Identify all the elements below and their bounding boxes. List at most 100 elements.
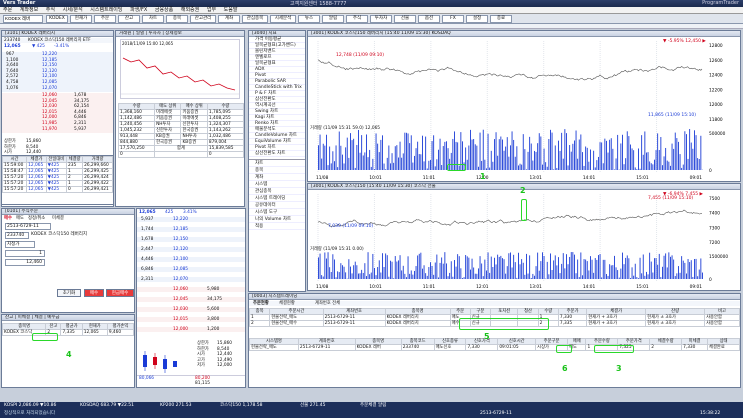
toolbar-button[interactable]: 현재가 <box>70 15 92 23</box>
tab-filled[interactable]: 체결 <box>34 315 42 320</box>
bid-level[interactable]: 12,060 1,678 <box>2 93 113 98</box>
toolbar-button[interactable]: 뉴스 <box>298 15 320 23</box>
bid-level[interactable]: 12,030 62,154 <box>2 104 113 109</box>
bid-level[interactable]: 12,000 6,846 <box>2 115 113 120</box>
menu-item[interactable]: 계좌정보 <box>17 7 41 14</box>
table-row[interactable]: 15:57:20 12,065 ▼425 1 26,299,422 <box>2 180 113 187</box>
status-alert[interactable]: 주문체결 알림 <box>360 402 386 410</box>
order-book-level[interactable]: 12,220 5,937 <box>137 217 245 222</box>
reset-button[interactable]: 초기화 <box>57 289 81 297</box>
status-kosdaq[interactable]: KOSDAQ 683.79 ▼22.51 <box>80 402 134 410</box>
toolbar-button[interactable]: 계좌 <box>218 15 240 23</box>
list-item[interactable]: 적용 <box>249 223 305 230</box>
order-book-level[interactable]: 12,185 1,744 <box>137 227 245 232</box>
tab-sell[interactable]: 매도 <box>16 216 24 221</box>
account-select[interactable]: 2513-6729-11 <box>5 223 51 230</box>
list-item[interactable]: 차트 <box>249 160 305 167</box>
toolbar-button[interactable]: 설정 <box>466 15 488 23</box>
price-input[interactable]: 12,460 <box>5 259 45 266</box>
stock-code[interactable]: 233740 <box>4 38 20 43</box>
tab-buy[interactable]: 매수 <box>4 216 12 221</box>
list-item[interactable]: 계좌 <box>249 174 305 181</box>
menu-item[interactable]: 금융상품 <box>152 7 176 14</box>
order-book-level[interactable]: 12,045 34,175 <box>137 297 245 302</box>
ask-level[interactable]: 967 12,220 <box>2 52 113 57</box>
mini-price-chart[interactable]: 2018/11/09 15:00 12,065 <box>120 39 240 99</box>
order-book-level[interactable]: 12,100 4,446 <box>137 257 245 262</box>
list-item[interactable]: 시스템 트레이딩 <box>249 195 305 202</box>
ask-level[interactable]: 2,572 12,100 <box>2 74 113 79</box>
status-kosdaq150[interactable]: 코스닥150 1,178.58 <box>220 402 262 410</box>
order-book-level[interactable]: 12,120 2,447 <box>137 247 245 252</box>
order-book-level[interactable]: 12,150 1,678 <box>137 237 245 242</box>
status-kospi[interactable]: KOSPI 2,086.09 ▼10.86 <box>4 402 56 410</box>
table-row[interactable]: 15:57:20 12,065 ▼425 0 26,299,421 <box>2 186 113 193</box>
toolbar-button[interactable]: 선물 <box>394 15 416 23</box>
tab-fill-status[interactable]: 체결현황 <box>279 301 295 306</box>
price-type-select[interactable]: 지정가 <box>5 241 35 248</box>
list-item[interactable]: 시스템 <box>249 181 305 188</box>
menu-item[interactable]: 도움말 <box>221 7 241 14</box>
list-item[interactable]: 시스템 도구 <box>249 209 305 216</box>
ask-level[interactable]: 7,640 12,120 <box>2 69 113 74</box>
tab-trader[interactable]: 거래원 <box>119 31 131 36</box>
toolbar-button[interactable]: 잔고관리 <box>190 15 216 23</box>
order-book-level[interactable]: 12,060 5,980 <box>137 287 245 292</box>
tab-daily[interactable]: 일별 <box>136 31 144 36</box>
tab-unfilled[interactable]: 미체결 <box>52 216 64 221</box>
tab-deposit[interactable]: 예수금 <box>47 315 59 320</box>
order-book-level[interactable]: 12,000 1,200 <box>137 327 245 332</box>
list-item[interactable]: 삼선전환도 차트 <box>249 151 305 157</box>
toolbar-button[interactable]: 종목 <box>166 15 188 23</box>
tab-unfilled[interactable]: 미체결 <box>18 315 30 320</box>
bid-level[interactable]: 12,045 34,175 <box>2 99 113 104</box>
qty-input[interactable]: 1 <box>5 250 45 257</box>
toolbar-button[interactable]: 투자자 <box>370 15 392 23</box>
code-search-input[interactable] <box>3 15 43 23</box>
table-row[interactable]: 15:57:20 12,065 ▼425 2 26,299,424 <box>2 174 113 181</box>
toolbar-button[interactable]: FX <box>442 15 464 23</box>
toolbar-button[interactable]: 차트 <box>142 15 164 23</box>
menu-item[interactable]: 주식 <box>43 7 58 14</box>
table-row[interactable]: KODEX 코스닥 2 7,335 12,065 9,460 <box>2 329 134 336</box>
toolbar-button[interactable]: 시세분석 <box>270 15 296 23</box>
ask-level[interactable]: 4,758 12,085 <box>2 80 113 85</box>
list-item[interactable]: 나의 Volume 차트 <box>249 216 305 223</box>
ask-level[interactable]: 1,100 12,185 <box>2 58 113 63</box>
ask-level[interactable]: 1,076 12,070 <box>2 86 113 91</box>
bid-level[interactable]: 11,985 2,311 <box>2 121 113 126</box>
toolbar-button[interactable]: 주문 <box>94 15 116 23</box>
list-item[interactable]: 공유데이터 <box>249 202 305 209</box>
tab-balance[interactable]: 잔고 <box>5 315 13 320</box>
table-row[interactable]: 15:59:00 12,065 ▼425 235 26,299,660 <box>2 162 113 169</box>
toolbar-button[interactable]: 종료 <box>490 15 512 23</box>
tab-order-status[interactable]: 주문현황 <box>253 301 269 306</box>
tab-detail[interactable]: 상세정보 <box>165 31 182 36</box>
menu-item[interactable]: 업무 <box>204 7 219 14</box>
bid-level[interactable]: 11,970 5,937 <box>2 127 113 132</box>
list-item[interactable]: 관심종목 <box>249 188 305 195</box>
toolbar-button[interactable]: 잔고 <box>118 15 140 23</box>
ask-level[interactable]: 3,640 12,150 <box>2 63 113 68</box>
order-code-input[interactable]: 233740 <box>5 232 29 239</box>
menu-item[interactable]: 파생/FX <box>127 7 150 14</box>
order-book-level[interactable]: 12,070 2,311 <box>137 277 245 282</box>
order-book-level[interactable]: 12,015 3,800 <box>137 317 245 322</box>
menu-item[interactable]: 시세/분석 <box>60 7 86 14</box>
buy-button[interactable]: 매수 <box>84 289 104 297</box>
tab-investor[interactable]: 투자자 <box>148 31 160 36</box>
bid-level[interactable]: 12,015 4,446 <box>2 110 113 115</box>
list-item[interactable]: 종목 <box>249 167 305 174</box>
menu-item[interactable]: 해외증권 <box>178 7 202 14</box>
menu-item[interactable]: 주문 <box>0 7 15 14</box>
toolbar-button[interactable]: 주식 <box>346 15 368 23</box>
order-book-level[interactable]: 12,030 5,600 <box>137 307 245 312</box>
cash-buy-button[interactable]: 현금매수 <box>106 289 134 297</box>
status-kp200[interactable]: KP200 271.53 <box>160 402 191 410</box>
tab-modify[interactable]: 정정/취소 <box>28 216 45 221</box>
chart-top-svg[interactable]: 12800 12600 12400 12200 12000 11800 500000 0 11/… <box>308 39 740 182</box>
menu-item[interactable]: 시스템트레이딩 <box>87 7 125 14</box>
table-row[interactable]: 15:58:47 12,065 ▼425 1 26,299,425 <box>2 168 113 175</box>
toolbar-button[interactable]: 관심종목 <box>242 15 268 23</box>
toolbar-button[interactable]: KODEX <box>46 15 68 23</box>
